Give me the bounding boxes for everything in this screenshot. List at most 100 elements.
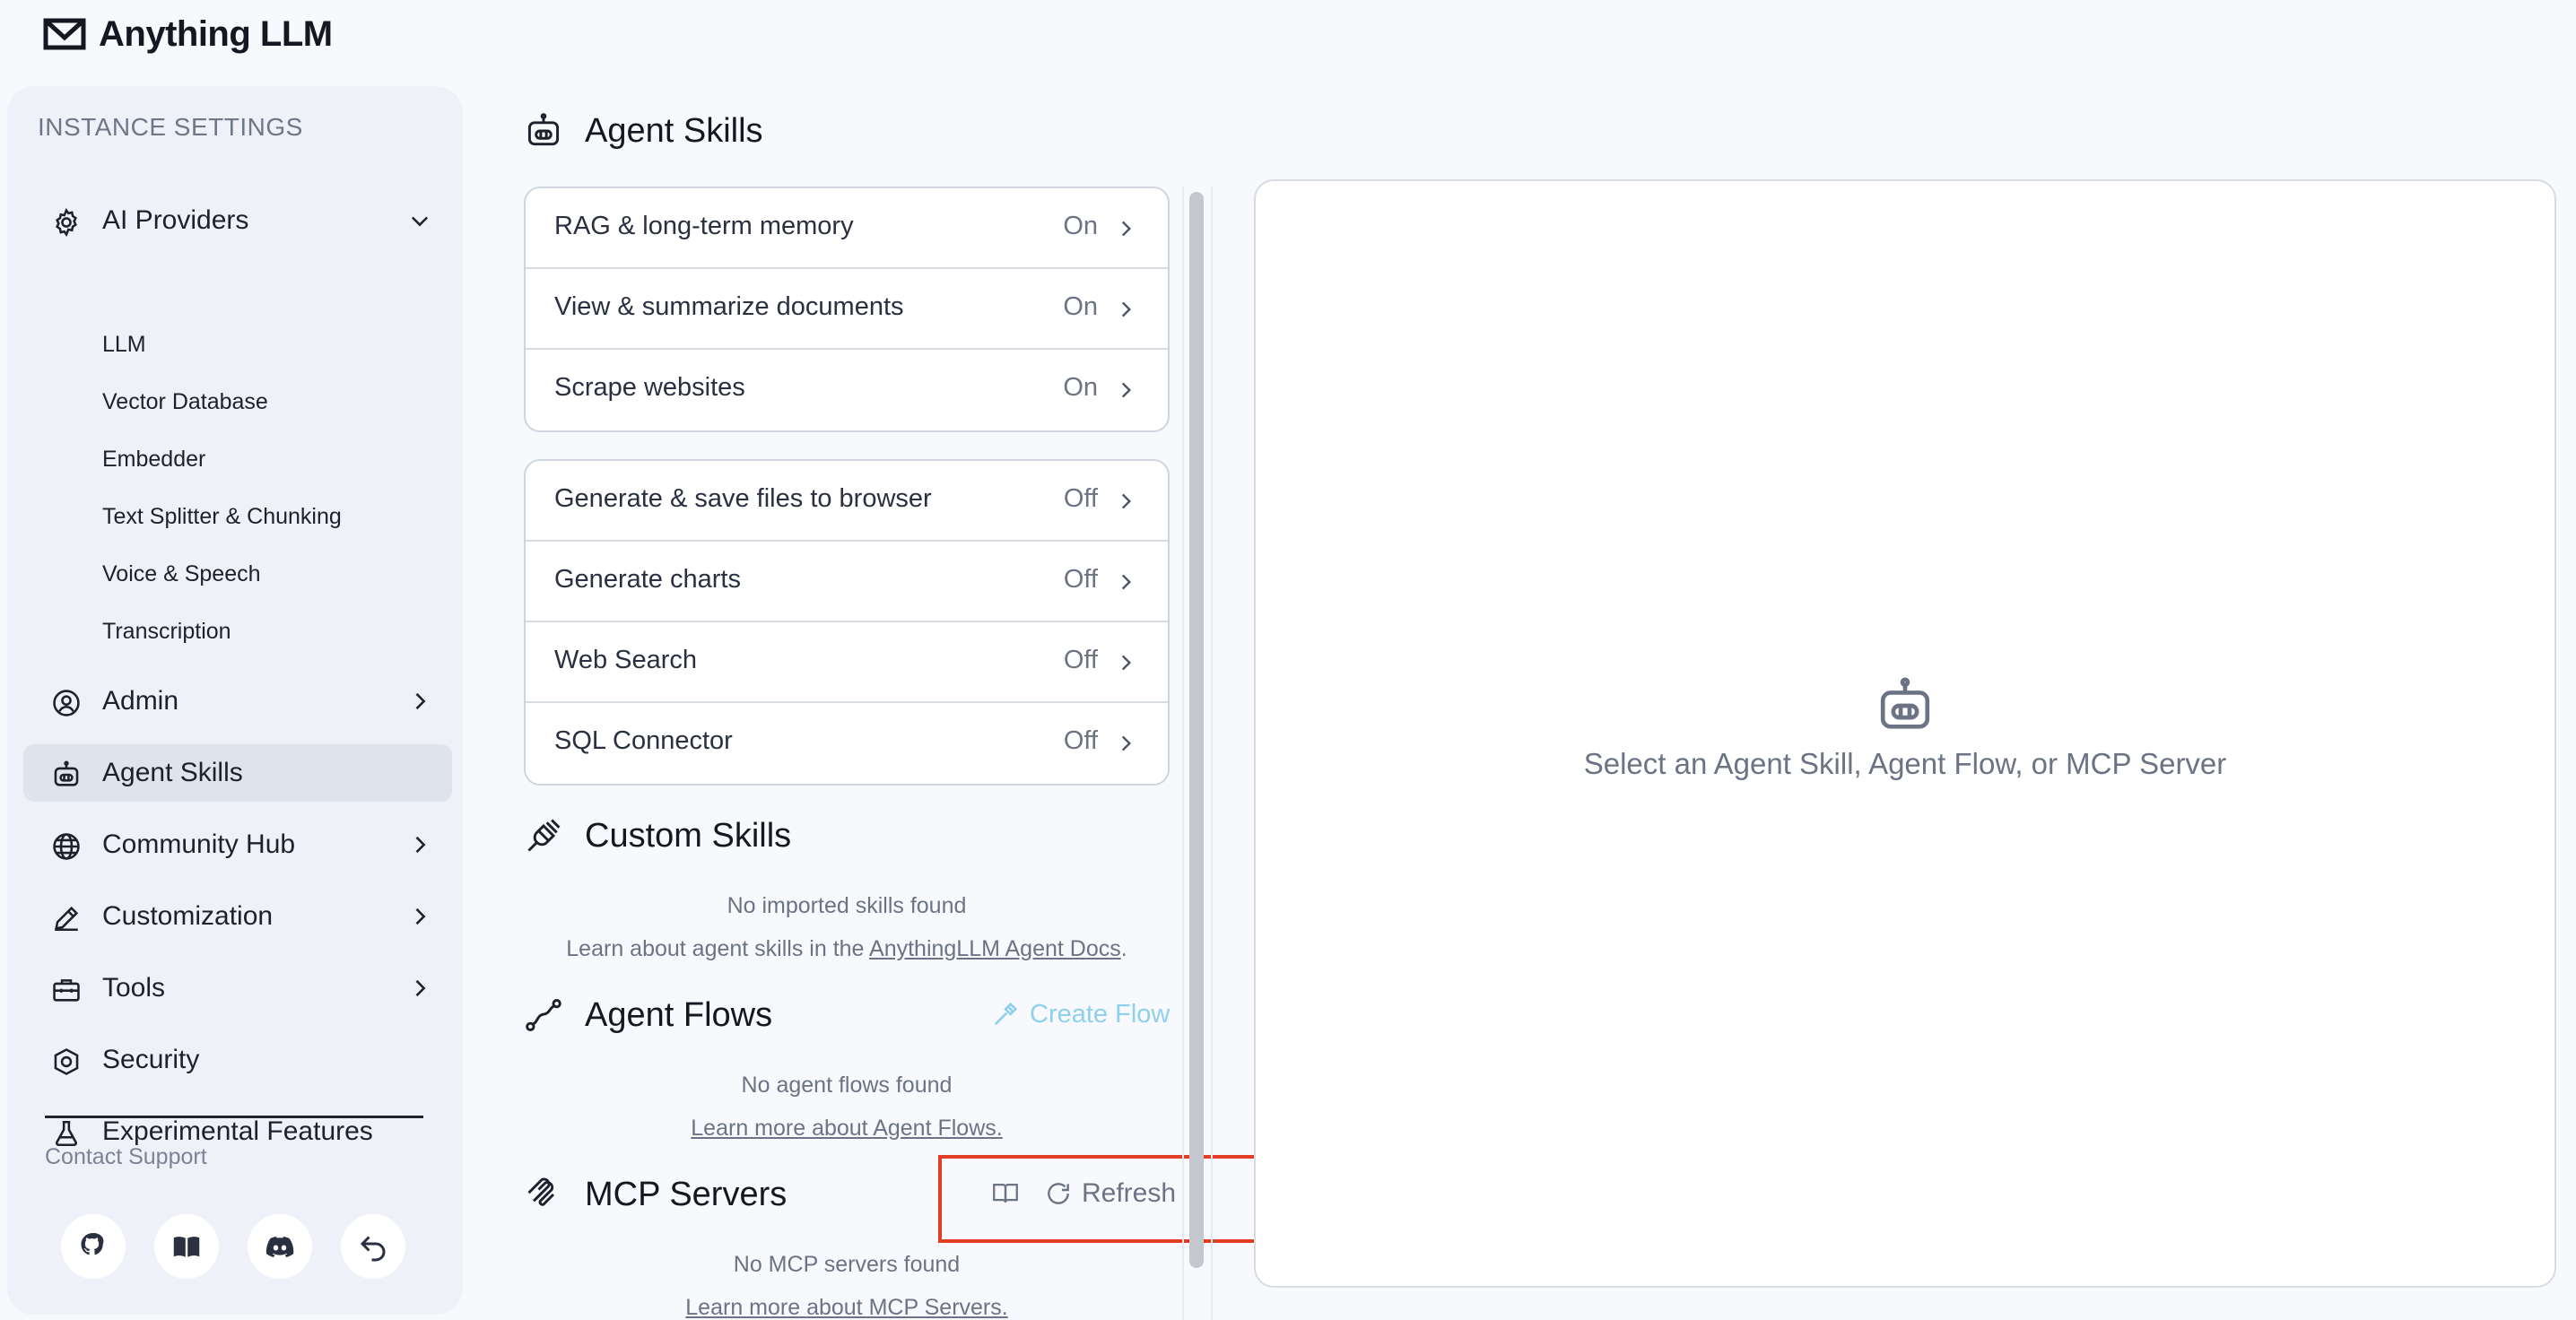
chevron-right-icon xyxy=(415,908,426,925)
user-gear-icon xyxy=(50,687,83,719)
sidebar-item-label: Security xyxy=(102,1045,200,1074)
contact-support-link[interactable]: Contact Support xyxy=(45,1144,207,1170)
skill-row-scrape-websites[interactable]: Scrape websites On xyxy=(526,350,1168,430)
custom-skills-title: Custom Skills xyxy=(585,816,792,855)
agent-flows-empty: No agent flows found xyxy=(741,1072,953,1098)
shield-icon xyxy=(50,1046,83,1078)
sidebar-item-label: AI Providers xyxy=(102,205,249,235)
mcp-servers-empty: No MCP servers found xyxy=(733,1252,961,1277)
sidebar-subitem-text-splitter[interactable]: Text Splitter & Chunking xyxy=(102,504,342,530)
github-button[interactable] xyxy=(61,1214,126,1279)
skill-row-view-summarize[interactable]: View & summarize documents On xyxy=(526,269,1168,350)
mcp-servers-title: MCP Servers xyxy=(585,1175,788,1213)
skills-scrollbar[interactable] xyxy=(1189,192,1204,1268)
mcp-learn-link[interactable]: Learn more about MCP Servers. xyxy=(685,1295,1007,1320)
sidebar-item-security[interactable]: Security xyxy=(23,1031,452,1089)
mcp-icon xyxy=(527,1177,555,1206)
chevron-right-icon xyxy=(415,836,426,854)
default-skills-list: RAG & long-term memory On View & summari… xyxy=(524,187,1170,432)
skill-status: Off xyxy=(1063,484,1098,513)
chevron-right-icon xyxy=(1121,655,1132,671)
sidebar-item-label: Agent Skills xyxy=(102,758,243,787)
sidebar-divider xyxy=(45,1116,423,1118)
sidebar-subitem-voice-speech[interactable]: Voice & Speech xyxy=(102,561,261,587)
chevron-down-icon[interactable] xyxy=(407,208,432,233)
chevron-right-icon xyxy=(1121,574,1132,590)
annotation-highlight-box xyxy=(938,1155,1297,1243)
chevron-right-icon xyxy=(1121,382,1132,398)
chevron-right-icon xyxy=(415,979,426,997)
chevron-right-icon xyxy=(415,692,426,710)
page-title: Agent Skills xyxy=(585,111,763,150)
create-flow-button[interactable]: Create Flow xyxy=(990,999,1170,1029)
learn-suffix: . xyxy=(1120,936,1127,961)
agent-skills-header: Agent Skills xyxy=(524,111,763,151)
detail-empty-state: Select an Agent Skill, Agent Flow, or MC… xyxy=(1256,674,2554,781)
skill-row-save-files[interactable]: Generate & save files to browser Off xyxy=(526,461,1168,542)
settings-sidebar: INSTANCE SETTINGS AI Providers LLM Vecto… xyxy=(7,86,463,1315)
custom-skills-header: Custom Skills xyxy=(524,816,791,855)
skill-status: Off xyxy=(1063,646,1098,674)
agent-flows-learn-link[interactable]: Learn more about Agent Flows. xyxy=(691,1116,1002,1141)
skill-status: On xyxy=(1063,292,1098,321)
skill-name: Web Search xyxy=(554,646,698,674)
agent-flows-header: Agent Flows xyxy=(524,995,772,1035)
skill-name: RAG & long-term memory xyxy=(554,212,854,240)
sidebar-item-label: Tools xyxy=(102,973,166,1003)
skill-name: View & summarize documents xyxy=(554,292,904,321)
chevron-right-icon xyxy=(1121,221,1132,237)
skill-row-web-search[interactable]: Web Search Off xyxy=(526,622,1168,703)
skill-status: On xyxy=(1063,373,1098,402)
logo-icon xyxy=(43,18,86,50)
back-button[interactable] xyxy=(341,1214,405,1279)
sidebar-item-tools[interactable]: Tools xyxy=(23,960,452,1017)
skill-row-sql-connector[interactable]: SQL Connector Off xyxy=(526,703,1168,784)
sidebar-subitem-vector-database[interactable]: Vector Database xyxy=(102,389,268,415)
pen-icon xyxy=(50,902,83,934)
robot-icon xyxy=(50,759,83,791)
chevron-right-icon xyxy=(1121,735,1132,751)
skill-name: Generate & save files to browser xyxy=(554,484,932,513)
robot-icon xyxy=(527,113,560,146)
chevron-right-icon xyxy=(1121,493,1132,509)
sidebar-item-community-hub[interactable]: Community Hub xyxy=(23,816,452,873)
skill-row-rag-memory[interactable]: RAG & long-term memory On xyxy=(526,188,1168,269)
skill-name: Scrape websites xyxy=(554,373,745,402)
app-logo[interactable]: Anything LLM xyxy=(43,13,333,56)
sidebar-subitem-transcription[interactable]: Transcription xyxy=(102,619,231,645)
book-icon xyxy=(173,1237,200,1257)
flow-icon xyxy=(526,999,561,1031)
sidebar-item-agent-skills[interactable]: Agent Skills xyxy=(23,744,452,802)
detail-placeholder-text: Select an Agent Skill, Agent Flow, or MC… xyxy=(1583,747,2227,780)
agent-flows-title: Agent Flows xyxy=(585,995,773,1034)
custom-skills-empty: No imported skills found xyxy=(727,893,967,918)
sidebar-item-admin[interactable]: Admin xyxy=(23,673,452,730)
skill-status: Off xyxy=(1063,565,1098,594)
robot-icon xyxy=(1880,677,1930,729)
undo-icon xyxy=(360,1236,386,1262)
skill-status: On xyxy=(1063,212,1098,240)
optional-skills-list: Generate & save files to browser Off Gen… xyxy=(524,459,1170,786)
custom-skills-learn: Learn about agent skills in the Anything… xyxy=(524,936,1170,962)
sidebar-subitem-embedder[interactable]: Embedder xyxy=(102,447,205,473)
skill-name: Generate charts xyxy=(554,565,741,594)
sidebar-item-label: Customization xyxy=(102,901,274,931)
plug-icon xyxy=(527,819,561,852)
skill-detail-panel: Select an Agent Skill, Agent Flow, or MC… xyxy=(1254,179,2556,1288)
sidebar-item-label: Community Hub xyxy=(102,829,296,859)
skill-status: Off xyxy=(1063,726,1098,755)
mcp-servers-header: MCP Servers xyxy=(524,1175,787,1214)
chevron-right-icon xyxy=(1121,301,1132,317)
docs-button[interactable] xyxy=(154,1214,219,1279)
sidebar-item-ai-providers[interactable]: AI Providers xyxy=(23,192,452,249)
top-bar: Anything LLM xyxy=(0,0,2576,81)
agent-flows-learn: Learn more about Agent Flows. xyxy=(524,1116,1170,1142)
skill-row-generate-charts[interactable]: Generate charts Off xyxy=(526,542,1168,622)
sidebar-subitem-llm[interactable]: LLM xyxy=(102,332,146,358)
agent-docs-link[interactable]: AnythingLLM Agent Docs xyxy=(869,936,1121,961)
gear-icon xyxy=(50,206,83,239)
hammer-icon xyxy=(994,1002,1018,1026)
discord-button[interactable] xyxy=(248,1214,312,1279)
sidebar-section-title: INSTANCE SETTINGS xyxy=(38,113,303,141)
sidebar-item-customization[interactable]: Customization xyxy=(23,888,452,945)
